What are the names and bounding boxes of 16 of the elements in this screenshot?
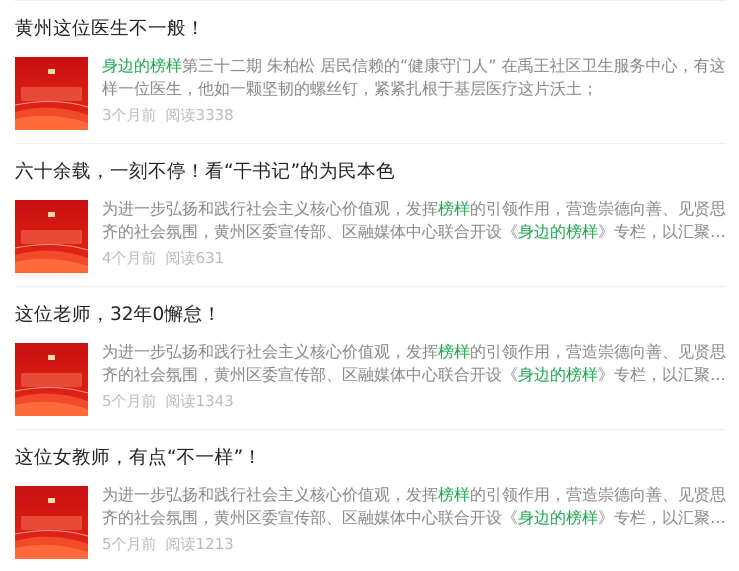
read-count: 阅读631 — [166, 248, 224, 269]
article-title[interactable]: 黄州这位医生不一般！ — [15, 15, 725, 43]
article-summary: 为进一步弘扬和践行社会主义核心价值观，发挥榜样的引领作用，营造崇德向善、见贤思齐的社会氛围，黄州区委宣传部、区融媒体中心联合开设《身边的榜样》专栏，以汇聚… — [102, 341, 726, 386]
article-title[interactable]: 这位女教师，有点“不一样”！ — [15, 444, 725, 472]
article-title[interactable]: 六十余载，一刻不停！看“干书记”的为民本色 — [15, 158, 725, 186]
publish-time: 4个月前 — [102, 248, 157, 269]
read-count: 阅读1213 — [166, 534, 234, 555]
read-count: 阅读3338 — [166, 105, 234, 126]
article-title[interactable]: 这位老师，32年0懈怠！ — [15, 301, 725, 329]
publish-time: 3个月前 — [102, 105, 157, 126]
read-count: 阅读1343 — [166, 391, 234, 412]
article-summary: 为进一步弘扬和践行社会主义核心价值观，发挥榜样的引领作用，营造崇德向善、见贤思齐的社会氛围，黄州区委宣传部、区融媒体中心联合开设《身边的榜样》专栏，以汇聚… — [102, 198, 726, 243]
article-summary: 身边的榜样第三十二期 朱柏松 居民信赖的“健康守门人” 在禹王社区卫生服务中心，有这样一位医生，他如一颗坚韧的螺丝钉，紧紧扎根于基层医疗这片沃土； — [102, 55, 726, 100]
publish-time: 5个月前 — [102, 534, 157, 555]
article-summary: 为进一步弘扬和践行社会主义核心价值观，发挥榜样的引领作用，营造崇德向善、见贤思齐的社会氛围，黄州区委宣传部、区融媒体中心联合开设《身边的榜样》专栏，以汇聚… — [102, 484, 726, 529]
publish-time: 5个月前 — [102, 391, 157, 412]
